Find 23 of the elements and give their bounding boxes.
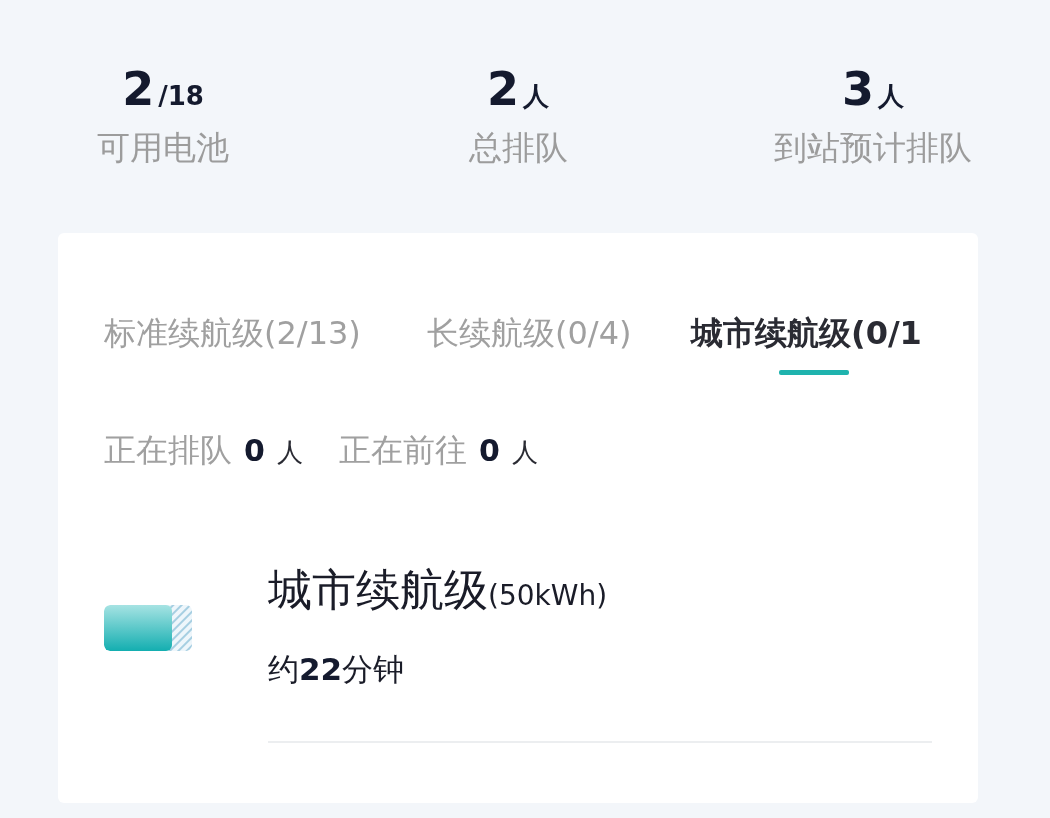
stat-unit: /18 bbox=[158, 80, 204, 113]
stat-label: 可用电池 bbox=[97, 128, 229, 168]
queue-unit: 人 bbox=[276, 436, 303, 469]
battery-name: 城市续航级 bbox=[268, 564, 488, 616]
stat-label: 到站预计排队 bbox=[774, 128, 972, 168]
battery-icon bbox=[104, 605, 192, 651]
stat-unit: 人 bbox=[878, 80, 904, 113]
stat-unit: 人 bbox=[523, 80, 549, 113]
battery-type-tab[interactable]: 长续航级(0/4) bbox=[427, 311, 645, 375]
stat-number: 2 bbox=[122, 63, 155, 115]
queue-count: 0 bbox=[478, 432, 500, 470]
queue-label: 正在排队 bbox=[104, 430, 232, 470]
stat-number: 3 bbox=[842, 63, 874, 115]
queue-label: 正在前往 bbox=[338, 430, 467, 470]
queue-count: 0 bbox=[244, 432, 265, 470]
battery-type-tab[interactable]: 标准续航级(2/13) bbox=[104, 311, 381, 375]
queue-unit: 人 bbox=[511, 436, 538, 469]
battery-type-tab[interactable]: 城市续航级(0/1 bbox=[691, 311, 922, 375]
stat-number: 2 bbox=[487, 63, 519, 115]
battery-capacity: (50kWh) bbox=[488, 578, 608, 614]
stat-label: 总排队 bbox=[468, 128, 568, 168]
active-tab-indicator bbox=[779, 370, 850, 375]
estimated-time: 约22分钟 bbox=[268, 650, 406, 689]
